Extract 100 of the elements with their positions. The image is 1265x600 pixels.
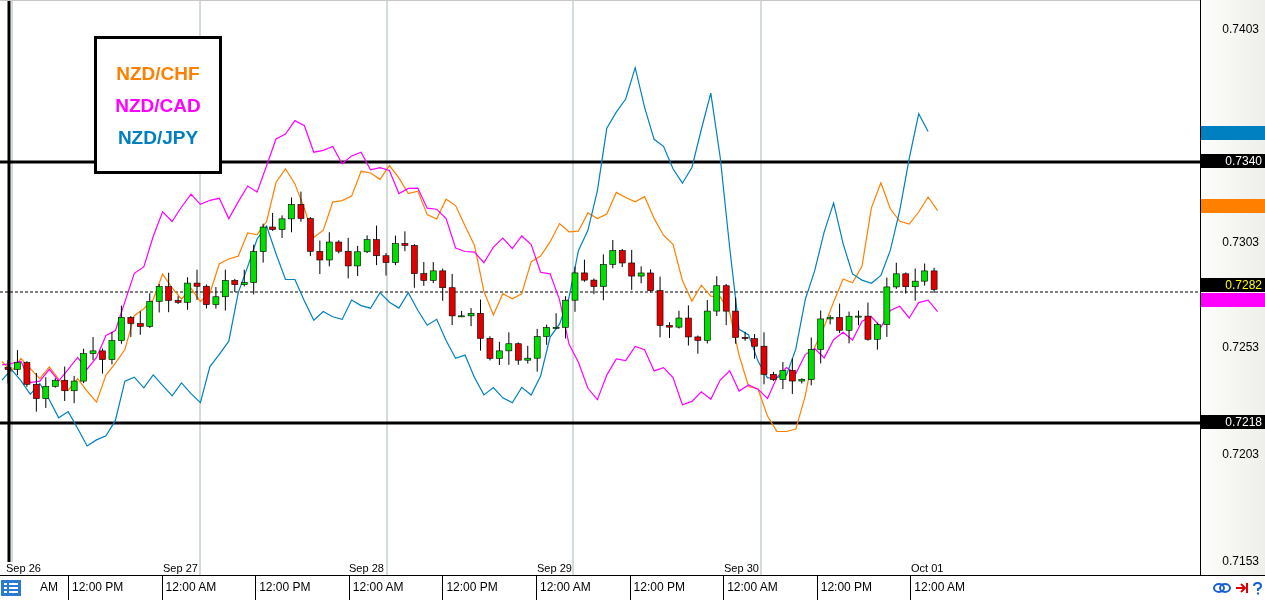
candle: [477, 299, 484, 352]
candle: [704, 299, 711, 344]
time-label: 12:00 AM: [723, 576, 817, 600]
candle: [411, 243, 418, 289]
candle: [893, 262, 900, 290]
price-tag: 0.7282: [1201, 278, 1265, 292]
candle: [193, 269, 201, 301]
candle: [571, 266, 579, 313]
candle: [486, 335, 494, 361]
candle: [543, 324, 550, 346]
candle: [127, 315, 135, 338]
candle: [89, 336, 97, 361]
candle: [448, 273, 456, 326]
candle: [732, 297, 739, 345]
candle: [770, 371, 777, 382]
help-icon[interactable]: [1253, 581, 1262, 595]
candle: [203, 283, 210, 309]
candle: [562, 295, 569, 339]
price-tag: 0.7218: [1201, 415, 1265, 429]
time-label: 12:00 AM: [348, 576, 443, 600]
candle: [269, 212, 276, 232]
time-label: AM: [39, 579, 59, 596]
candle: [165, 272, 172, 313]
candle: [628, 249, 635, 291]
candle: [108, 331, 116, 365]
candle: [137, 310, 144, 336]
candle: [297, 191, 305, 223]
time-label: 12:00 PM: [255, 576, 349, 600]
candle: [779, 361, 787, 390]
candle: [864, 302, 872, 342]
time-label: 12:00 AM: [910, 576, 1004, 600]
candle: [278, 214, 286, 239]
candle: [439, 268, 446, 302]
candle: [836, 303, 843, 334]
candle: [741, 331, 749, 342]
date-label: Oct 01: [911, 562, 944, 575]
candle: [496, 341, 503, 366]
time-label: 12:00 PM: [629, 576, 724, 600]
series-label: NZD/CHF: [116, 63, 200, 84]
candle: [307, 216, 314, 257]
candle: [288, 197, 295, 233]
series-label: NZD/CAD: [115, 95, 201, 116]
candle: [401, 230, 409, 252]
candle: [600, 253, 607, 301]
time-label: 12:00 AM: [161, 576, 256, 600]
list-icon[interactable]: [1, 580, 21, 596]
date-label: Sep 29: [537, 562, 572, 575]
time-label: 12:00 PM: [68, 576, 162, 600]
candle: [505, 331, 513, 366]
candle: [99, 348, 106, 375]
candle: [656, 276, 664, 338]
price-label: 0.7153: [1222, 554, 1259, 568]
candle: [590, 278, 598, 295]
price-label: 0.7403: [1222, 22, 1259, 36]
candle: [33, 372, 40, 413]
date-label: Sep 27: [163, 562, 198, 575]
candle: [883, 277, 891, 338]
link-icon[interactable]: [1213, 582, 1231, 594]
candle: [760, 331, 768, 385]
candle: [817, 310, 824, 364]
price-tag: 0.7340: [1201, 154, 1265, 168]
candle: [382, 252, 390, 277]
candle: [118, 305, 125, 345]
series-label: NZD/JPY: [117, 127, 199, 148]
candle: [637, 265, 645, 284]
candle: [826, 314, 834, 325]
candle: [23, 360, 31, 388]
candle: [666, 321, 673, 339]
date-label: Sep 28: [349, 562, 384, 575]
time-label: 12:00 PM: [816, 576, 911, 600]
candle: [855, 310, 862, 326]
candle: [14, 349, 21, 376]
candle: [354, 245, 361, 277]
date-label: Sep 26: [6, 562, 41, 575]
candle: [789, 357, 796, 395]
arrow-to-bar-icon[interactable]: [1235, 582, 1249, 594]
price-label: 0.7253: [1222, 340, 1259, 354]
candle: [184, 276, 191, 311]
candle: [174, 295, 182, 305]
candle: [552, 312, 560, 330]
candle: [751, 333, 758, 360]
candle: [581, 259, 588, 283]
candle: [845, 311, 853, 344]
candle: [930, 267, 938, 294]
candle: [70, 375, 78, 404]
time-label: 12:00 AM: [535, 576, 630, 600]
candle: [458, 310, 465, 318]
candle: [647, 268, 654, 293]
candle: [212, 286, 220, 310]
candle: [694, 335, 702, 355]
candle: [326, 231, 333, 267]
candle: [259, 223, 267, 264]
date-label: Sep 30: [724, 562, 759, 575]
price-label: 0.7203: [1222, 447, 1259, 461]
candle: [675, 310, 683, 329]
candle: [392, 235, 399, 266]
candle: [363, 234, 371, 254]
candle: [921, 263, 928, 287]
candle: [80, 348, 87, 384]
candle: [61, 366, 68, 402]
